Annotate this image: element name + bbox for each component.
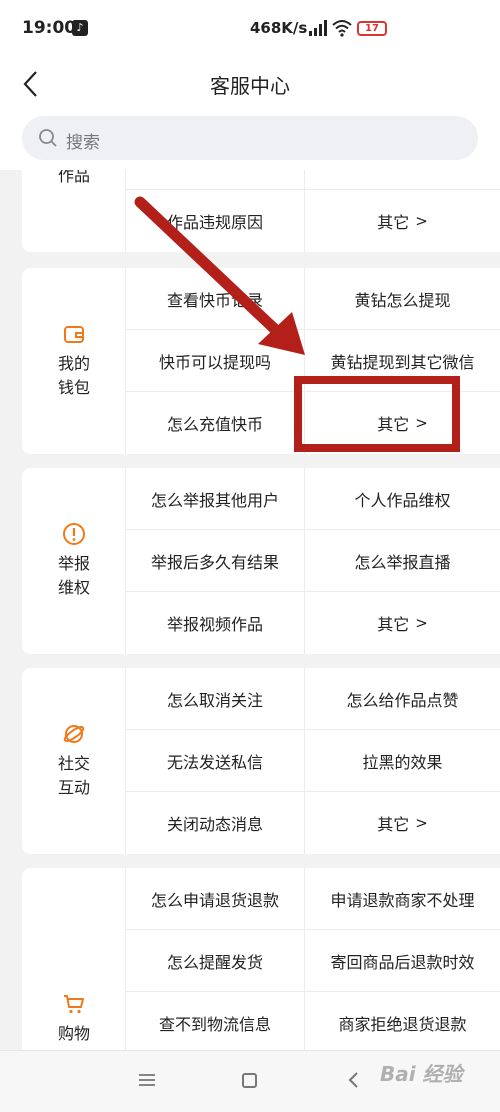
- question-text: 作品违规原因: [166, 213, 263, 232]
- question-cell[interactable]: 个人作品维权: [304, 468, 500, 530]
- wifi-icon: [332, 20, 352, 37]
- question-cell-empty: [304, 170, 500, 190]
- category-label: 我的 钱包: [57, 354, 90, 397]
- question-cell[interactable]: 拉黑的效果: [304, 730, 500, 792]
- section-report: 举报 维权 怎么举报其他用户 个人作品维权 举报后多久有结果 怎么举报直播 举报…: [22, 468, 500, 654]
- question-cell[interactable]: 快币可以提现吗: [126, 330, 304, 392]
- category-label: 购物: [57, 1024, 90, 1043]
- question-text: 个人作品维权: [354, 490, 451, 510]
- question-text: 举报视频作品: [166, 615, 263, 634]
- question-cell[interactable]: 作品违规原因: [126, 190, 304, 252]
- more-cell[interactable]: 其它 >: [304, 190, 500, 252]
- back-nav-icon[interactable]: [346, 1071, 362, 1089]
- search-input[interactable]: 搜索: [22, 116, 478, 160]
- section-works: 作品 作品违规原因 其它 >: [22, 170, 500, 252]
- question-text: 其它: [377, 615, 410, 634]
- question-text: 举报后多久有结果: [150, 552, 279, 572]
- section-shopping: 购物 怎么申请退货退款 申请退款商家不处理 怎么提醒发货 寄回商品后退款时效 查…: [22, 868, 500, 1050]
- question-cell[interactable]: 怎么充值快币: [126, 392, 304, 454]
- question-cell[interactable]: 寄回商品后退款时效: [304, 930, 500, 992]
- question-text: 其它: [377, 815, 410, 834]
- category-shopping: 购物: [22, 868, 126, 1050]
- wallet-icon: [64, 326, 84, 343]
- category-label: 社交 互动: [57, 754, 90, 797]
- question-text: 无法发送私信: [166, 752, 263, 772]
- question-cell[interactable]: 怎么举报其他用户: [126, 468, 304, 530]
- question-text: 怎么申请退货退款: [150, 890, 279, 910]
- page-title: 客服中心: [210, 74, 290, 98]
- question-text: 其它: [377, 415, 410, 434]
- more-cell[interactable]: 其它 >: [304, 392, 500, 454]
- question-cell[interactable]: 怎么举报直播: [304, 530, 500, 592]
- question-text: 怎么提醒发货: [166, 952, 263, 972]
- question-cell[interactable]: 怎么给作品点赞: [304, 668, 500, 730]
- question-text: 怎么取消关注: [166, 690, 263, 710]
- more-cell[interactable]: 其它 >: [304, 592, 500, 654]
- more-cell[interactable]: 其它 >: [304, 792, 500, 854]
- tiktok-notification-icon: ♪: [72, 20, 88, 36]
- question-cell[interactable]: 举报视频作品: [126, 592, 304, 654]
- question-text: 怎么充值快币: [166, 415, 263, 434]
- question-cell[interactable]: 关闭动态消息: [126, 792, 304, 854]
- status-bar: 19:00 ♪ 468K/s 17: [0, 0, 500, 60]
- question-text: 快币可以提现吗: [158, 352, 271, 372]
- category-label: 作品: [57, 170, 90, 185]
- question-text: 关闭动态消息: [166, 815, 263, 834]
- question-text: 寄回商品后退款时效: [330, 952, 475, 972]
- section-social: 社交 互动 怎么取消关注 怎么给作品点赞 无法发送私信 拉黑的效果 关闭动态消息…: [22, 668, 500, 854]
- question-text: 查不到物流信息: [158, 1014, 271, 1034]
- question-text: 黄钻提现到其它微信: [330, 352, 475, 372]
- battery-icon: 17: [357, 21, 387, 36]
- menu-icon[interactable]: [138, 1073, 156, 1087]
- question-text: 申请退款商家不处理: [330, 890, 475, 910]
- question-cell[interactable]: 怎么提醒发货: [126, 930, 304, 992]
- category-label: 举报 维权: [57, 554, 90, 597]
- question-text: 拉黑的效果: [362, 752, 443, 772]
- question-cell[interactable]: 黄钻怎么提现: [304, 268, 500, 330]
- question-text: 商家拒绝退货退款: [338, 1014, 467, 1034]
- question-text: 怎么举报直播: [354, 552, 451, 572]
- question-text: 怎么举报其他用户: [150, 490, 279, 510]
- question-cell[interactable]: 怎么取消关注: [126, 668, 304, 730]
- question-cell-empty: [126, 170, 304, 190]
- question-cell[interactable]: 申请退款商家不处理: [304, 868, 500, 930]
- category-social: 社交 互动: [22, 668, 126, 854]
- question-cell[interactable]: 查看快币记录: [126, 268, 304, 330]
- chevron-right-icon: >: [415, 614, 428, 632]
- search-area: 搜索: [0, 110, 500, 170]
- chevron-right-icon: >: [415, 414, 428, 432]
- signal-icon: [309, 20, 327, 36]
- category-wallet: 我的 钱包: [22, 268, 126, 454]
- alert-icon: [63, 523, 85, 545]
- chevron-right-icon: >: [415, 814, 428, 832]
- nav-bar: 客服中心: [0, 60, 500, 110]
- planet-icon: [63, 725, 85, 743]
- question-text: 怎么给作品点赞: [346, 690, 459, 710]
- question-text: 黄钻怎么提现: [354, 290, 451, 310]
- question-cell[interactable]: 举报后多久有结果: [126, 530, 304, 592]
- question-cell[interactable]: 商家拒绝退货退款: [304, 992, 500, 1050]
- question-text: 其它: [377, 213, 410, 232]
- section-wallet: 我的 钱包 查看快币记录 黄钻怎么提现 快币可以提现吗 黄钻提现到其它微信 怎么…: [22, 268, 500, 454]
- question-cell[interactable]: 怎么申请退货退款: [126, 868, 304, 930]
- faq-list[interactable]: 作品 作品违规原因 其它 > 我的 钱包 查看快币记录 黄钻怎么提现 快币可以提现…: [0, 170, 500, 1050]
- search-icon: [39, 129, 57, 147]
- watermark-logo: Bai 经验: [380, 1062, 463, 1086]
- question-cell[interactable]: 黄钻提现到其它微信: [304, 330, 500, 392]
- question-cell[interactable]: 查不到物流信息: [126, 992, 304, 1050]
- status-time: 19:00: [22, 18, 77, 38]
- category-works: 作品: [22, 170, 126, 252]
- question-cell[interactable]: 无法发送私信: [126, 730, 304, 792]
- category-report: 举报 维权: [22, 468, 126, 654]
- cart-icon: [64, 995, 84, 1014]
- network-speed: 468K/s: [250, 19, 308, 37]
- chevron-right-icon: >: [415, 212, 428, 230]
- home-icon[interactable]: [242, 1073, 257, 1088]
- question-text: 查看快币记录: [166, 290, 263, 310]
- search-placeholder: 搜索: [66, 133, 100, 153]
